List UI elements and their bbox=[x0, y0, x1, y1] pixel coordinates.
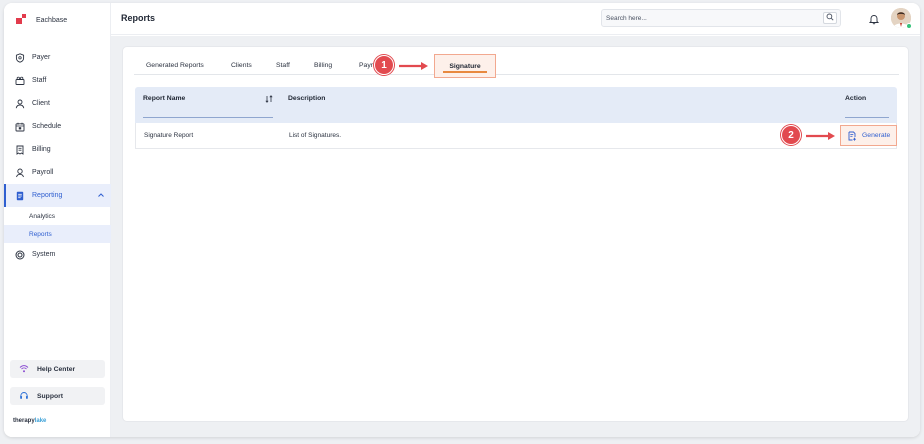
tab-clients[interactable]: Clients bbox=[231, 56, 252, 75]
sidebar-item-label: Billing bbox=[32, 146, 51, 153]
search-icon bbox=[826, 13, 834, 23]
payroll-icon bbox=[15, 168, 25, 178]
system-icon bbox=[15, 250, 25, 260]
reports-card: Generated Reports Clients Staff Billing … bbox=[122, 46, 909, 422]
search-input[interactable] bbox=[606, 12, 816, 24]
sidebar-item-reporting[interactable]: Reporting bbox=[4, 184, 111, 207]
arrow-right-icon bbox=[399, 61, 429, 73]
sidebar-item-billing[interactable]: Billing bbox=[4, 138, 111, 161]
reports-table: Report Name Description Action Signature… bbox=[135, 87, 897, 149]
brand-name: Eachbase bbox=[36, 16, 68, 24]
sidebar-item-staff[interactable]: Staff bbox=[4, 69, 111, 92]
brand-logo bbox=[16, 14, 28, 26]
sort-icon[interactable] bbox=[265, 95, 273, 105]
sidebar-item-label: Reporting bbox=[32, 192, 63, 199]
help-center-label: Help Center bbox=[37, 365, 76, 373]
column-header-action: Action bbox=[845, 95, 867, 102]
sidebar-item-label: System bbox=[32, 251, 56, 258]
sidebar-item-label: Payer bbox=[32, 54, 51, 61]
tab-generated-reports[interactable]: Generated Reports bbox=[146, 56, 204, 75]
sidebar: Eachbase Payer Staff Client Schedule Bil… bbox=[4, 3, 111, 437]
sidebar-subitem-label: Reports bbox=[29, 230, 52, 238]
column-header-report-name: Report Name bbox=[143, 95, 186, 102]
headset-icon bbox=[19, 391, 29, 401]
step-badge-2: 2 bbox=[781, 125, 801, 145]
generate-label: Generate bbox=[862, 132, 891, 139]
cell-report-name: Signature Report bbox=[144, 132, 194, 139]
report-tabs: Generated Reports Clients Staff Billing … bbox=[134, 54, 899, 78]
shield-icon bbox=[15, 52, 25, 63]
search-button[interactable] bbox=[823, 12, 837, 24]
sidebar-subitem-label: Analytics bbox=[29, 212, 56, 220]
sidebar-item-schedule[interactable]: Schedule bbox=[4, 115, 111, 138]
calendar-icon bbox=[15, 122, 25, 132]
sidebar-item-client[interactable]: Client bbox=[4, 92, 111, 115]
sidebar-item-label: Payroll bbox=[32, 169, 54, 176]
sidebar-nav: Payer Staff Client Schedule Billing Payr… bbox=[4, 46, 111, 266]
footer-logo: therapylake bbox=[13, 418, 47, 424]
arrow-right-icon bbox=[806, 131, 836, 143]
document-add-icon bbox=[847, 131, 857, 141]
sidebar-item-system[interactable]: System bbox=[4, 243, 111, 266]
online-status-indicator bbox=[906, 23, 912, 29]
chevron-up-icon[interactable] bbox=[97, 191, 105, 201]
search-box bbox=[601, 9, 841, 27]
help-icon bbox=[19, 364, 29, 374]
sidebar-item-label: Schedule bbox=[32, 123, 62, 130]
billing-icon bbox=[15, 145, 25, 155]
staff-icon bbox=[15, 76, 25, 86]
support-label: Support bbox=[37, 392, 64, 400]
tab-signature[interactable]: Signature bbox=[434, 54, 496, 78]
bell-icon[interactable] bbox=[868, 13, 880, 25]
tab-staff[interactable]: Staff bbox=[276, 56, 290, 75]
sidebar-item-payer[interactable]: Payer bbox=[4, 46, 111, 69]
sidebar-item-label: Client bbox=[32, 100, 50, 107]
column-header-description: Description bbox=[288, 95, 326, 102]
sidebar-subitem-analytics[interactable]: Analytics bbox=[4, 207, 111, 225]
cell-description: List of Signatures. bbox=[289, 132, 342, 139]
column-divider bbox=[845, 117, 889, 118]
app-frame: Eachbase Payer Staff Client Schedule Bil… bbox=[4, 3, 920, 437]
support-button[interactable]: Support bbox=[10, 387, 105, 405]
table-header: Report Name Description Action bbox=[135, 87, 897, 123]
sidebar-item-payroll[interactable]: Payroll bbox=[4, 161, 111, 184]
tab-billing[interactable]: Billing bbox=[314, 56, 332, 75]
help-center-button[interactable]: Help Center bbox=[10, 360, 105, 378]
column-divider bbox=[143, 117, 273, 118]
step-badge-1: 1 bbox=[374, 55, 394, 75]
report-icon bbox=[15, 191, 25, 201]
sidebar-subitem-reports[interactable]: Reports bbox=[4, 225, 111, 243]
main-content: Generated Reports Clients Staff Billing … bbox=[111, 36, 920, 437]
generate-button[interactable]: Generate bbox=[840, 125, 897, 146]
topbar: Reports bbox=[111, 3, 920, 35]
client-icon bbox=[15, 99, 25, 109]
table-row: Signature Report List of Signatures. 2 G… bbox=[135, 123, 897, 149]
page-title: Reports bbox=[121, 13, 156, 23]
brand[interactable]: Eachbase bbox=[16, 13, 67, 27]
tab-payroll[interactable]: Payr bbox=[359, 56, 373, 75]
sidebar-item-label: Staff bbox=[32, 77, 47, 84]
